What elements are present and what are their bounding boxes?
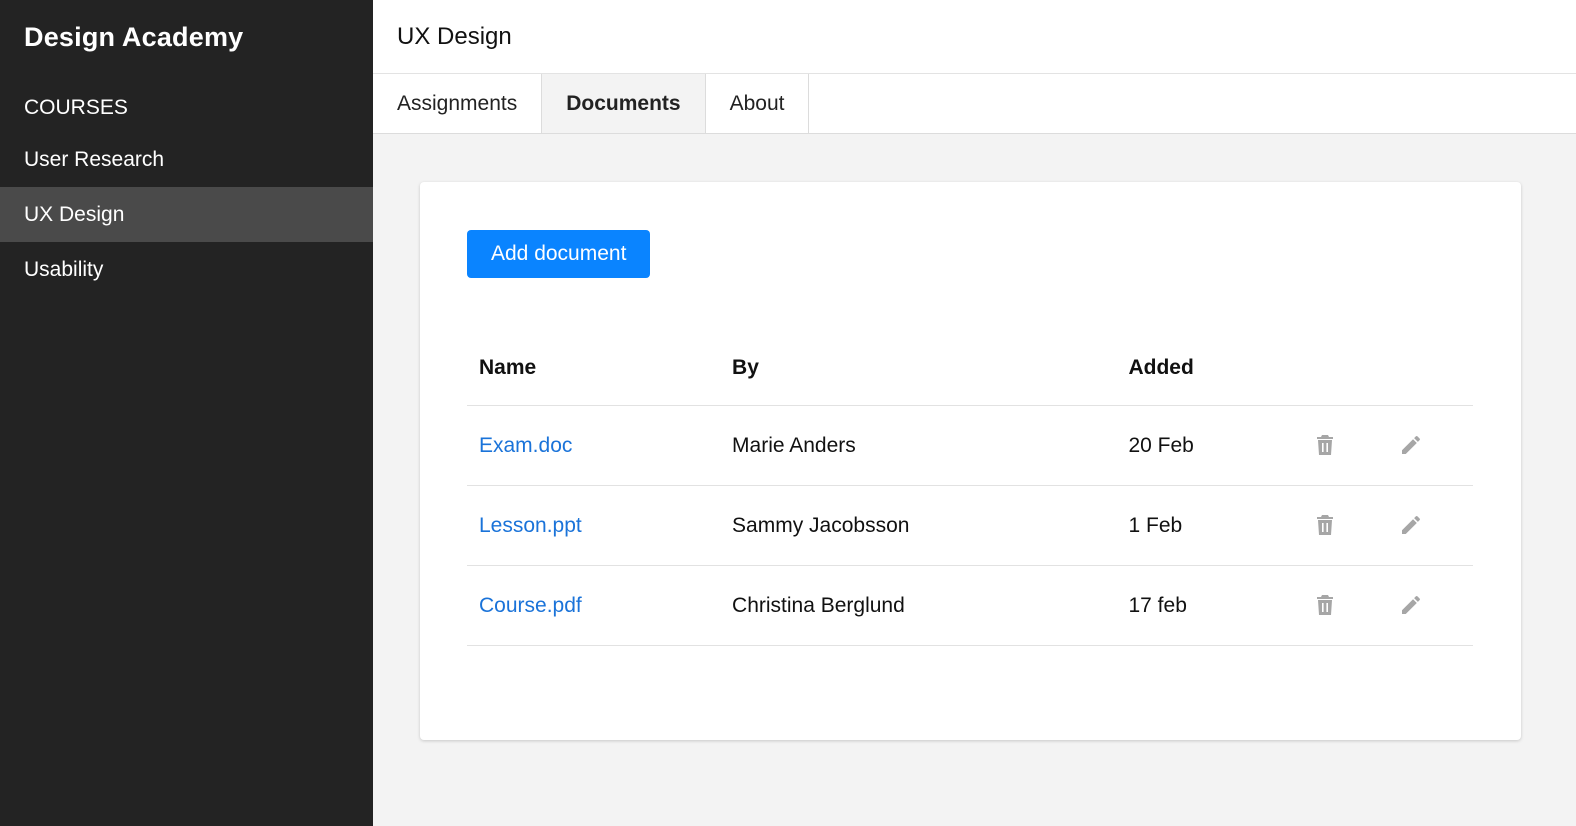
column-header-name: Name: [467, 330, 721, 406]
sidebar-item-user-research[interactable]: User Research: [0, 132, 373, 187]
app-root: Design Academy COURSES User Research UX …: [0, 0, 1576, 826]
document-author: Marie Anders: [720, 405, 1117, 486]
column-header-by: By: [720, 330, 1117, 406]
sidebar: Design Academy COURSES User Research UX …: [0, 0, 373, 826]
document-link[interactable]: Lesson.ppt: [479, 514, 582, 537]
table-row: Lesson.ppt Sammy Jacobsson 1 Feb: [467, 485, 1473, 566]
page-title: UX Design: [397, 22, 512, 50]
document-author: Sammy Jacobsson: [720, 485, 1117, 566]
document-added-date: 20 Feb: [1116, 405, 1301, 486]
course-nav: User Research UX Design Usability: [0, 132, 373, 297]
documents-card: Add document Name By Added Exam.doc Mari…: [420, 182, 1521, 740]
tab-assignments[interactable]: Assignments: [373, 74, 543, 133]
pencil-icon[interactable]: [1399, 433, 1423, 457]
pencil-icon[interactable]: [1399, 593, 1423, 617]
content-area: Add document Name By Added Exam.doc Mari…: [373, 134, 1576, 826]
trash-icon[interactable]: [1313, 433, 1337, 457]
column-header-delete: [1300, 330, 1387, 406]
trash-icon[interactable]: [1313, 593, 1337, 617]
courses-section-label: COURSES: [24, 96, 128, 119]
sidebar-item-ux-design[interactable]: UX Design: [0, 187, 373, 242]
table-row: Course.pdf Christina Berglund 17 feb: [467, 565, 1473, 646]
column-header-edit: [1386, 330, 1473, 406]
tab-documents[interactable]: Documents: [542, 74, 706, 133]
main-area: UX Design Assignments Documents About Ad…: [373, 0, 1576, 826]
table-header-row: Name By Added: [467, 330, 1473, 406]
add-document-button[interactable]: Add document: [467, 230, 651, 278]
table-row: Exam.doc Marie Anders 20 Feb: [467, 405, 1473, 486]
document-link[interactable]: Course.pdf: [479, 594, 582, 617]
document-added-date: 1 Feb: [1116, 485, 1301, 566]
top-bar: UX Design: [373, 0, 1576, 74]
sidebar-item-usability[interactable]: Usability: [0, 242, 373, 297]
brand-title: Design Academy: [24, 22, 244, 52]
tab-bar: Assignments Documents About: [373, 74, 1576, 134]
column-header-added: Added: [1116, 330, 1301, 406]
documents-table: Name By Added Exam.doc Marie Anders 20 F…: [467, 330, 1473, 646]
pencil-icon[interactable]: [1399, 513, 1423, 537]
document-link[interactable]: Exam.doc: [479, 434, 572, 457]
document-added-date: 17 feb: [1116, 565, 1301, 646]
trash-icon[interactable]: [1313, 513, 1337, 537]
tab-about[interactable]: About: [706, 74, 810, 133]
document-author: Christina Berglund: [720, 565, 1117, 646]
